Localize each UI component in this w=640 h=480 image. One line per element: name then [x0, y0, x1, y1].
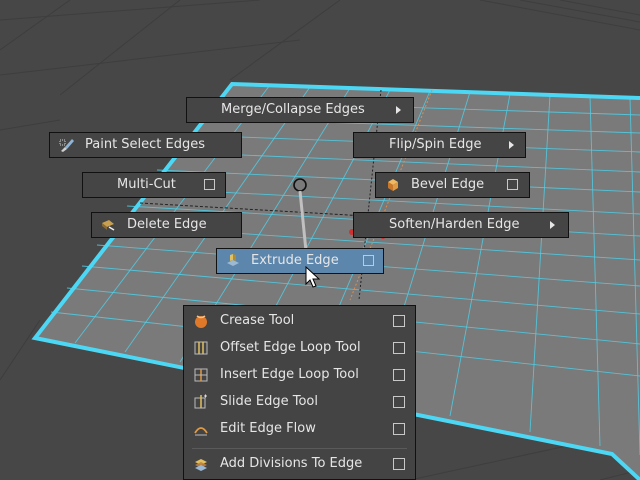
menu-item-label: Flip/Spin Edge: [389, 137, 482, 152]
submenu-item-label: Add Divisions To Edge: [220, 456, 363, 471]
submenu-item-edit-edge-flow[interactable]: Edit Edge Flow: [184, 416, 415, 442]
submenu-item-label: Crease Tool: [220, 313, 295, 328]
option-box-icon[interactable]: [393, 342, 405, 354]
edge-tools-submenu: Crease Tool Offset Edge Loop Tool Insert…: [183, 305, 416, 480]
menu-item-multi-cut[interactable]: Multi-Cut: [82, 172, 226, 198]
menu-item-bevel-edge[interactable]: Bevel Edge: [375, 172, 530, 198]
offset-edge-loop-icon: [194, 341, 208, 355]
slide-edge-icon: [194, 394, 207, 409]
menu-item-delete-edge[interactable]: Delete Edge: [91, 212, 242, 238]
option-box-icon[interactable]: [393, 315, 405, 327]
submenu-item-label: Offset Edge Loop Tool: [220, 340, 361, 355]
menu-item-paint-select-edges[interactable]: Paint Select Edges: [49, 132, 242, 158]
edit-edge-flow-icon: [194, 427, 208, 436]
add-divisions-icon: [195, 459, 207, 471]
extrude-edge-icon: [227, 254, 239, 266]
menu-item-label: Extrude Edge: [251, 253, 339, 268]
submenu-arrow-icon: [550, 221, 555, 229]
insert-edge-loop-icon: [194, 368, 208, 382]
menu-item-flip-spin-edge[interactable]: Flip/Spin Edge: [353, 132, 526, 158]
option-box-icon[interactable]: [393, 396, 405, 408]
option-box-icon[interactable]: [363, 255, 374, 266]
bevel-icon: [388, 179, 398, 191]
menu-item-label: Delete Edge: [127, 217, 207, 232]
paint-select-icon: [59, 139, 74, 152]
submenu-separator: [192, 448, 407, 449]
submenu-item-insert-edge-loop-tool[interactable]: Insert Edge Loop Tool: [184, 362, 415, 388]
menu-item-merge-collapse-edges[interactable]: Merge/Collapse Edges: [186, 97, 414, 123]
menu-item-soften-harden-edge[interactable]: Soften/Harden Edge: [353, 212, 569, 238]
menu-item-label: Soften/Harden Edge: [389, 217, 520, 232]
submenu-item-add-divisions-to-edge[interactable]: Add Divisions To Edge: [184, 451, 415, 477]
mouse-cursor-icon: [305, 266, 321, 288]
option-box-icon[interactable]: [204, 179, 215, 190]
submenu-item-label: Edit Edge Flow: [220, 421, 316, 436]
menu-item-label: Bevel Edge: [411, 177, 485, 192]
menu-item-label: Multi-Cut: [117, 177, 176, 192]
option-box-icon[interactable]: [393, 369, 405, 381]
menu-item-label: Paint Select Edges: [85, 137, 206, 152]
option-box-icon[interactable]: [393, 423, 405, 435]
submenu-item-label: Insert Edge Loop Tool: [220, 367, 359, 382]
crease-icon: [195, 315, 207, 328]
submenu-item-slide-edge-tool[interactable]: Slide Edge Tool: [184, 389, 415, 415]
menu-item-extrude-edge[interactable]: Extrude Edge: [216, 248, 384, 274]
submenu-arrow-icon: [509, 141, 514, 149]
option-box-icon[interactable]: [393, 458, 405, 470]
option-box-icon[interactable]: [507, 179, 518, 190]
submenu-item-label: Slide Edge Tool: [220, 394, 318, 409]
menu-item-label: Merge/Collapse Edges: [221, 102, 365, 117]
submenu-item-offset-edge-loop-tool[interactable]: Offset Edge Loop Tool: [184, 335, 415, 361]
viewport[interactable]: Merge/Collapse Edges Paint Select Edges …: [0, 0, 640, 480]
submenu-arrow-icon: [396, 106, 401, 114]
submenu-item-crease-tool[interactable]: Crease Tool: [184, 308, 415, 334]
delete-edge-icon: [102, 220, 115, 231]
